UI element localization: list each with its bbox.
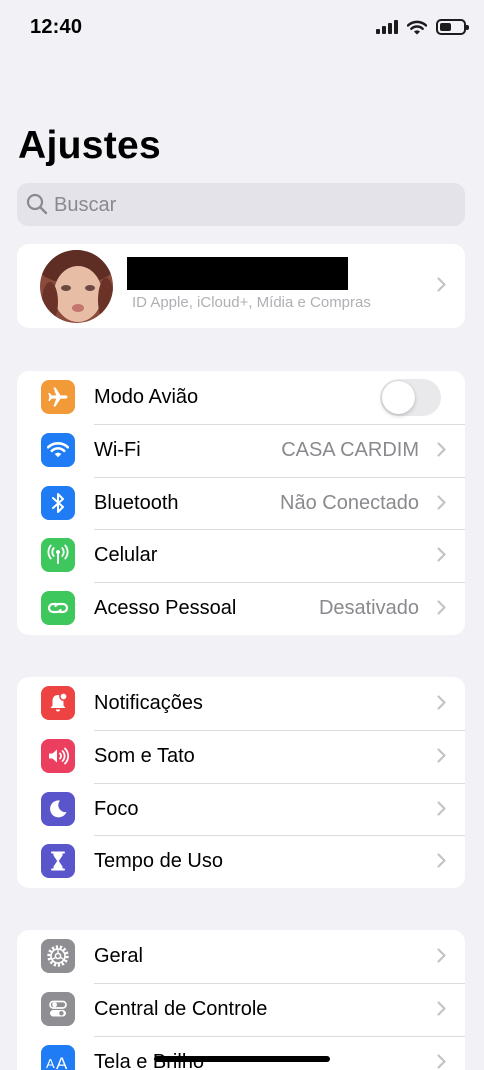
general-group: Geral Central de Controle A A Tela e Bri… — [17, 930, 465, 1070]
chevron-right-icon — [437, 442, 446, 457]
chevron-right-icon — [437, 547, 446, 562]
chevron-right-icon — [437, 800, 446, 816]
airplane-mode-label: Modo Avião — [94, 386, 199, 408]
control-center-label: Central de Controle — [94, 997, 268, 1020]
row-personal-hotspot[interactable]: Acesso Pessoal Desativado — [17, 582, 465, 635]
status-time: 12:40 — [30, 16, 83, 38]
wifi-value: CASA CARDIM — [281, 438, 419, 461]
avatar — [40, 250, 113, 323]
cellular-label: Celular — [94, 544, 158, 567]
profile-subtitle: ID Apple, iCloud+, Mídia e Compras — [132, 294, 371, 311]
search-placeholder: Buscar — [54, 194, 117, 216]
text-size-icon: A A — [41, 1044, 75, 1070]
home-indicator[interactable] — [154, 1056, 330, 1062]
gear-icon — [41, 939, 75, 973]
row-wifi[interactable]: Wi-Fi CASA CARDIM — [17, 423, 465, 477]
chevron-right-icon — [437, 494, 446, 510]
chevron-right-icon — [437, 695, 446, 710]
antenna-icon — [41, 538, 75, 573]
row-bluetooth[interactable]: Bluetooth Não Conectado — [17, 476, 465, 530]
switches-icon — [41, 991, 75, 1026]
row-general[interactable]: Geral — [17, 930, 465, 983]
connectivity-group: Modo Avião Wi-Fi CASA CARDIM Bluetooth N… — [17, 371, 465, 635]
notifications-label: Notificações — [94, 692, 203, 714]
row-focus[interactable]: Foco — [17, 782, 465, 836]
settings-screen: 12:40 Ajustes Buscar ID Apple, iCloud+, … — [0, 0, 484, 1070]
focus-label: Foco — [94, 797, 139, 820]
chevron-right-icon — [437, 277, 446, 292]
row-sounds-haptics[interactable]: Som e Tato — [17, 729, 465, 783]
screen-time-label: Tempo de Uso — [94, 850, 223, 873]
page-title: Ajustes — [18, 124, 161, 167]
cellular-signal-icon — [376, 20, 398, 34]
moon-icon — [41, 791, 75, 826]
chevron-right-icon — [437, 1001, 446, 1016]
bluetooth-value: Não Conectado — [280, 491, 419, 514]
chevron-right-icon — [437, 748, 446, 763]
redacted-name — [127, 257, 348, 290]
speaker-icon — [41, 738, 75, 773]
row-screen-time[interactable]: Tempo de Uso — [17, 835, 465, 888]
row-control-center[interactable]: Central de Controle — [17, 982, 465, 1036]
status-bar: 12:40 — [0, 0, 484, 56]
personal-hotspot-label: Acesso Pessoal — [94, 597, 237, 620]
wifi-label: Wi-Fi — [94, 438, 141, 461]
row-airplane-mode: Modo Avião — [17, 371, 465, 424]
chevron-right-icon — [437, 948, 446, 963]
apple-id-profile[interactable]: ID Apple, iCloud+, Mídia e Compras — [17, 244, 465, 328]
row-notifications[interactable]: Notificações — [17, 677, 465, 730]
hourglass-icon — [41, 844, 75, 879]
wifi-icon — [407, 20, 427, 34]
svg-text:A: A — [56, 1054, 68, 1070]
airplane-icon — [41, 380, 75, 414]
search-field[interactable]: Buscar — [17, 183, 465, 226]
general-label: Geral — [94, 945, 143, 967]
battery-icon — [436, 19, 469, 35]
airplane-mode-toggle[interactable] — [380, 379, 441, 416]
wifi-icon — [41, 432, 75, 467]
hotspot-icon — [41, 591, 75, 626]
svg-text:A: A — [46, 1056, 55, 1070]
chevron-right-icon — [437, 853, 446, 868]
bell-icon — [41, 686, 75, 720]
chevron-right-icon — [437, 600, 446, 615]
sounds-haptics-label: Som e Tato — [94, 744, 195, 767]
personal-hotspot-value: Desativado — [318, 597, 419, 620]
row-cellular[interactable]: Celular — [17, 529, 465, 582]
notifications-group: Notificações Som e Tato Foco Tempo de Us… — [17, 677, 465, 889]
row-display-brightness[interactable]: A A Tela e Brilho — [17, 1035, 465, 1070]
status-icons — [376, 19, 469, 35]
chevron-right-icon — [437, 1053, 446, 1069]
bluetooth-label: Bluetooth — [94, 491, 179, 514]
search-icon — [26, 193, 48, 215]
bluetooth-icon — [41, 485, 75, 520]
